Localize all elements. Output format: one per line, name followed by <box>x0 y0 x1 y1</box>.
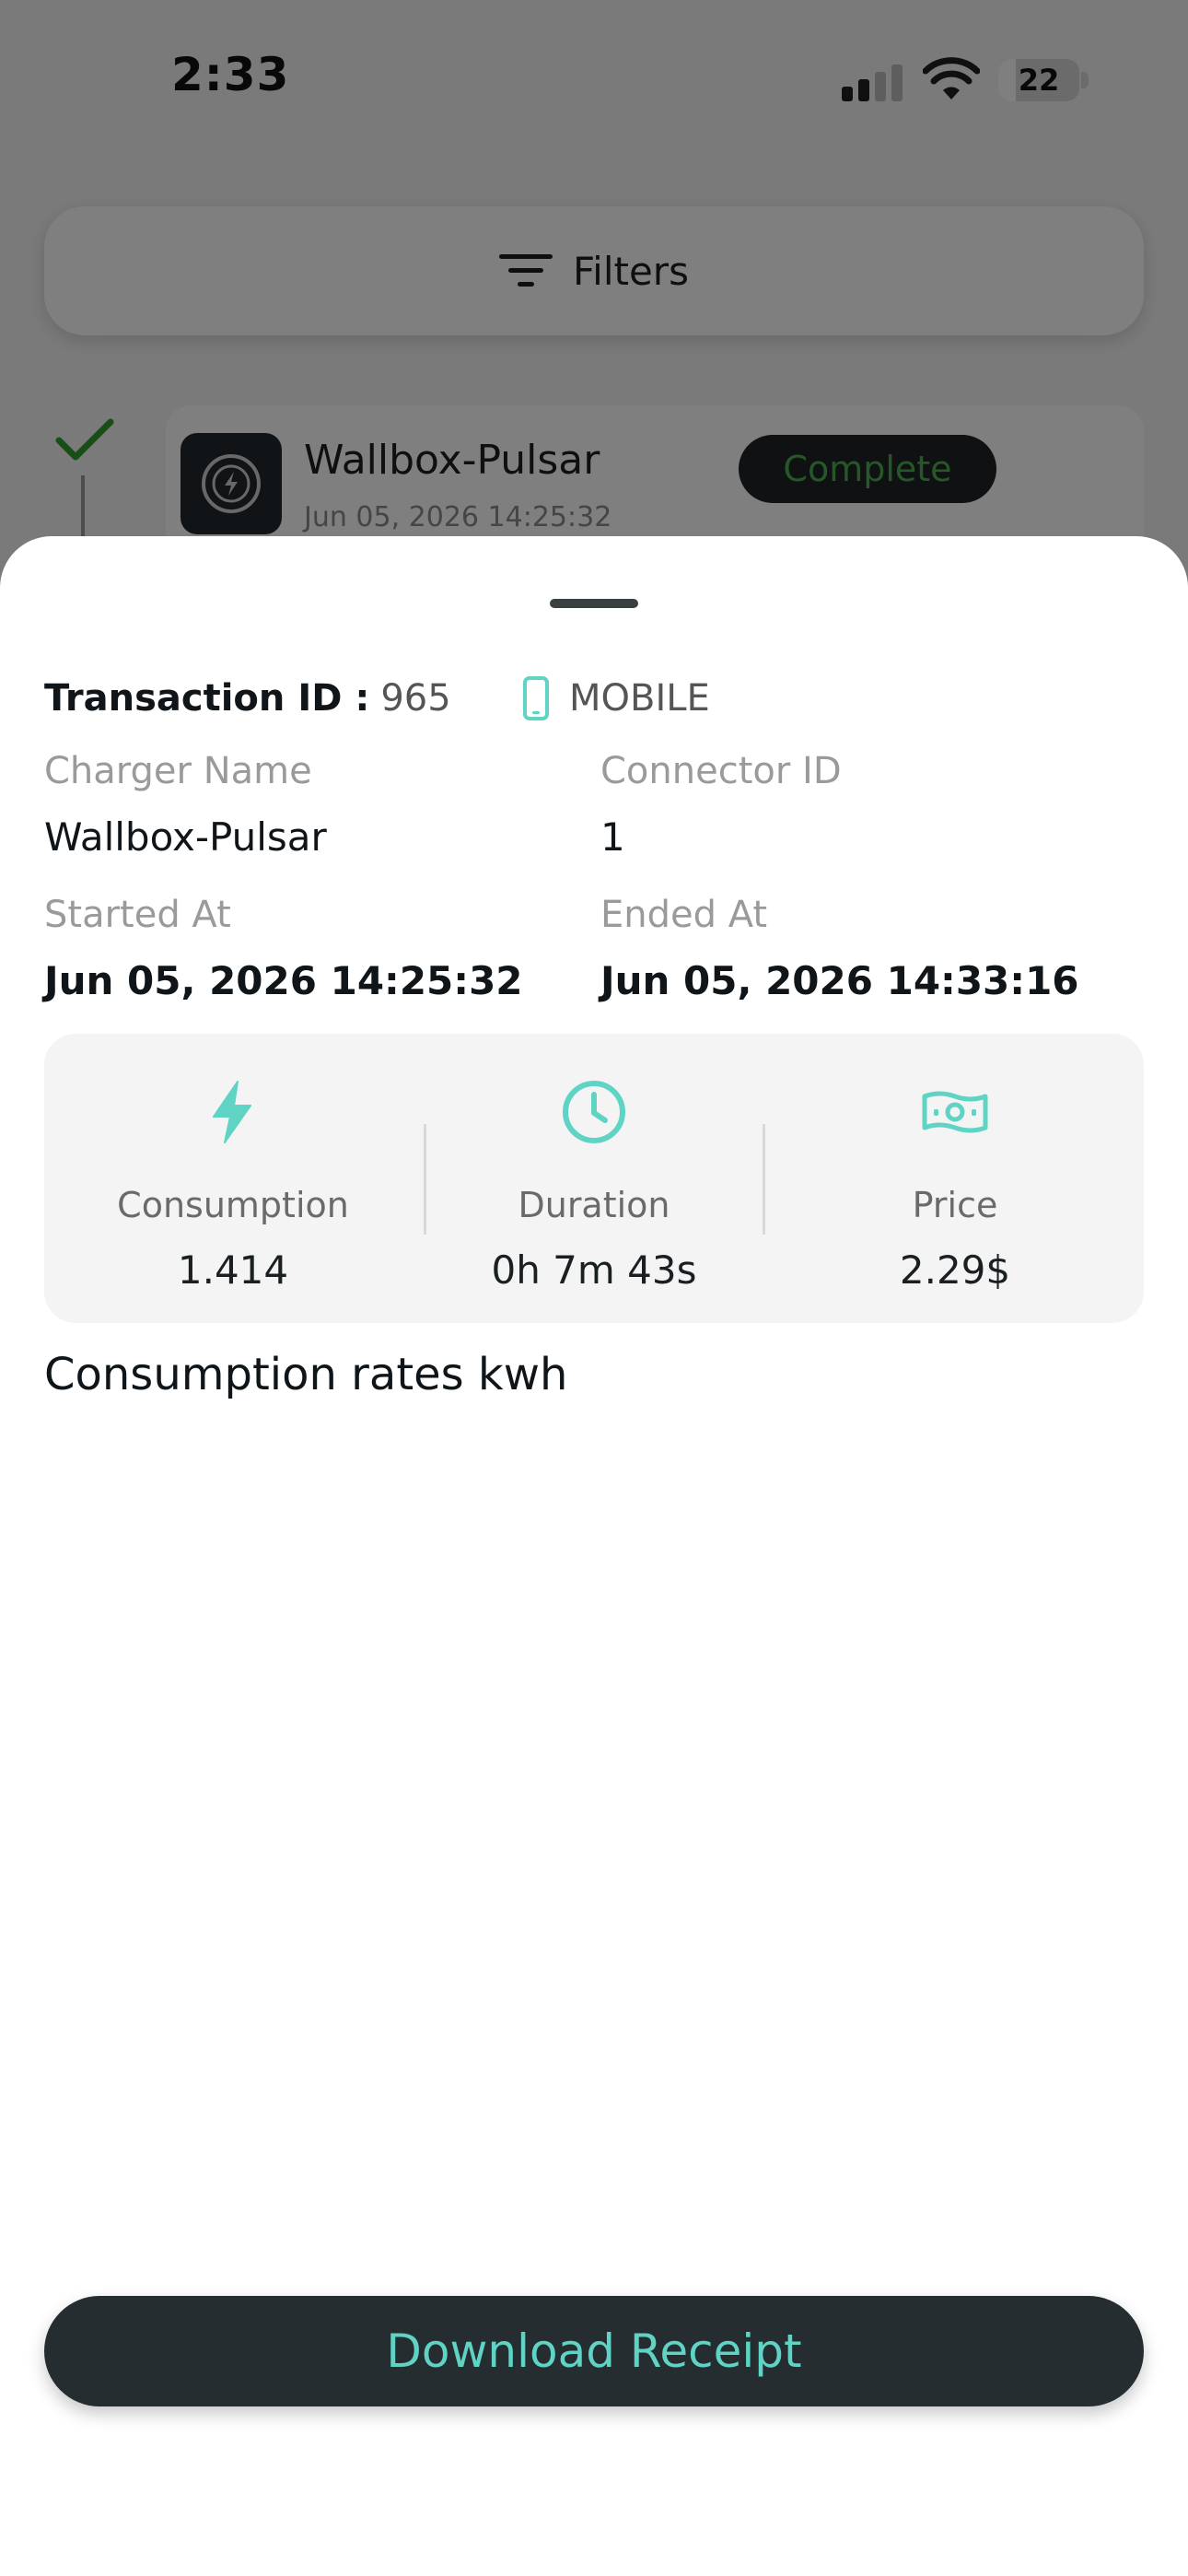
started-at-label: Started At <box>44 894 231 936</box>
price-label: Price <box>912 1185 998 1225</box>
stat-divider <box>763 1124 765 1235</box>
clock-icon <box>563 1081 625 1143</box>
transaction-details-sheet: Transaction ID : 965 MOBILE Charger Name… <box>0 536 1188 2576</box>
mobile-phone-icon <box>523 676 549 720</box>
duration-label: Duration <box>518 1185 670 1225</box>
price-stat: Price 2.29$ <box>766 1034 1144 1323</box>
connector-id-value: 1 <box>600 814 625 860</box>
consumption-value: 1.414 <box>177 1247 289 1293</box>
lightning-bolt-icon <box>213 1081 251 1143</box>
transaction-id-row: Transaction ID : 965 <box>44 671 451 726</box>
duration-stat: Duration 0h 7m 43s <box>422 1034 766 1323</box>
consumption-chart-svg: 00.3390.6791.0181.3571.697 <box>44 1421 1144 2213</box>
ended-at-value: Jun 05, 2026 14:33:16 <box>600 958 1079 1003</box>
source-label: MOBILE <box>569 677 710 720</box>
sheet-grabber[interactable] <box>550 599 638 608</box>
charger-name-label: Charger Name <box>44 750 312 792</box>
chart-title: Consumption rates kwh <box>44 1349 568 1400</box>
banknote-icon <box>922 1091 988 1133</box>
source-indicator: MOBILE <box>518 671 710 726</box>
consumption-stat: Consumption 1.414 <box>44 1034 422 1323</box>
consumption-label: Consumption <box>117 1185 349 1225</box>
stat-divider <box>424 1124 426 1235</box>
transaction-id-label: Transaction ID : <box>44 677 370 720</box>
started-at-value: Jun 05, 2026 14:25:32 <box>44 958 523 1003</box>
charger-name-value: Wallbox-Pulsar <box>44 814 327 860</box>
duration-value: 0h 7m 43s <box>491 1247 697 1293</box>
transaction-id-value: 965 <box>380 677 451 720</box>
download-receipt-button[interactable]: Download Receipt <box>44 2296 1144 2406</box>
consumption-chart: 00.3390.6791.0181.3571.697 <box>44 1421 1144 2213</box>
price-value: 2.29$ <box>899 1247 1011 1293</box>
ended-at-label: Ended At <box>600 894 768 936</box>
stats-panel: Consumption 1.414 Duration 0h 7m 43s Pri… <box>44 1034 1144 1323</box>
connector-id-label: Connector ID <box>600 750 842 792</box>
